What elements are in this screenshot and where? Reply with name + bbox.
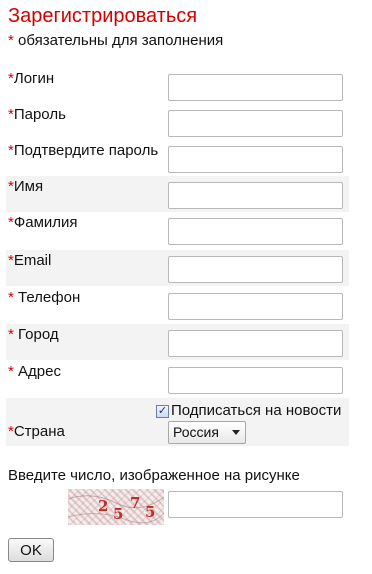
required-star: *: [8, 326, 19, 343]
captcha-image: 2 5 7 5: [68, 489, 164, 525]
field-row-last-name: *Фамилия: [6, 212, 349, 248]
captcha-char: 5: [145, 503, 155, 521]
field-row-email: *Email: [6, 250, 349, 286]
page-title: Зарегистрироваться: [8, 5, 198, 27]
field-label-login: *Логин: [8, 70, 54, 88]
field-label-email: *Email: [8, 252, 51, 270]
field-label-text: Город: [18, 326, 59, 343]
field-row-first-name: *Имя: [6, 176, 349, 212]
field-row-confirm-password: *Подтвердите пароль: [6, 140, 349, 176]
field-label-first-name: *Имя: [8, 178, 43, 196]
field-row-password: *Пароль: [6, 104, 349, 140]
confirm-password-input[interactable]: [168, 146, 343, 173]
field-label-phone: * Телефон: [8, 289, 80, 307]
field-label-address: * Адрес: [8, 363, 61, 381]
required-note: * обязательны для заполнения: [8, 32, 223, 50]
registration-form: Зарегистрироваться * обязательны для зап…: [0, 0, 372, 574]
email-input[interactable]: [168, 256, 343, 283]
field-label-text: Имя: [13, 178, 44, 195]
ok-button[interactable]: OK: [8, 538, 54, 562]
country-label: *Страна: [8, 423, 65, 441]
first-name-input[interactable]: [168, 182, 343, 209]
subscribe-option[interactable]: ✓ Подписаться на новости: [156, 402, 341, 420]
last-name-input[interactable]: [168, 218, 343, 245]
subscribe-country-row: ✓ Подписаться на новости *Страна Россия: [6, 398, 349, 446]
field-label-text: Адрес: [18, 363, 61, 380]
country-selected-value: Россия: [173, 424, 219, 440]
country-label-text: Страна: [13, 423, 65, 440]
captcha-char: 2: [98, 497, 108, 515]
required-note-text: обязательны для заполнения: [13, 32, 224, 49]
field-label-text: Подтвердите пароль: [13, 142, 159, 159]
field-label-text: Логин: [13, 70, 55, 87]
address-input[interactable]: [168, 367, 343, 394]
dropdown-arrow-icon: [232, 430, 240, 435]
captcha-char: 7: [130, 494, 140, 512]
subscribe-checkbox[interactable]: ✓: [156, 404, 169, 418]
field-label-last-name: *Фамилия: [8, 214, 78, 232]
field-label-text: Телефон: [18, 289, 81, 306]
field-label-confirm-password: *Подтвердите пароль: [8, 142, 158, 160]
captcha-char: 5: [113, 505, 123, 523]
subscribe-label[interactable]: Подписаться на новости: [171, 402, 341, 420]
city-input[interactable]: [168, 330, 343, 357]
captcha-prompt: Введите число, изображенное на рисунке: [8, 467, 300, 484]
field-label-text: Пароль: [13, 106, 66, 123]
captcha-input[interactable]: [168, 491, 343, 518]
field-row-city: * Город: [6, 324, 349, 360]
required-star: *: [8, 363, 19, 380]
phone-input[interactable]: [168, 293, 343, 320]
field-label-text: Email: [13, 252, 52, 269]
field-row-phone: * Телефон: [6, 287, 349, 323]
password-input[interactable]: [168, 110, 343, 137]
country-select[interactable]: Россия: [168, 421, 246, 444]
login-input[interactable]: [168, 74, 343, 101]
captcha-graphic: 2 5 7 5: [68, 494, 164, 524]
field-label-city: * Город: [8, 326, 59, 344]
field-label-password: *Пароль: [8, 106, 66, 124]
checkmark-icon: ✓: [157, 404, 168, 417]
field-row-address: * Адрес: [6, 361, 349, 397]
field-row-login: *Логин: [6, 68, 349, 104]
required-star: *: [8, 289, 19, 306]
field-label-text: Фамилия: [13, 214, 78, 231]
